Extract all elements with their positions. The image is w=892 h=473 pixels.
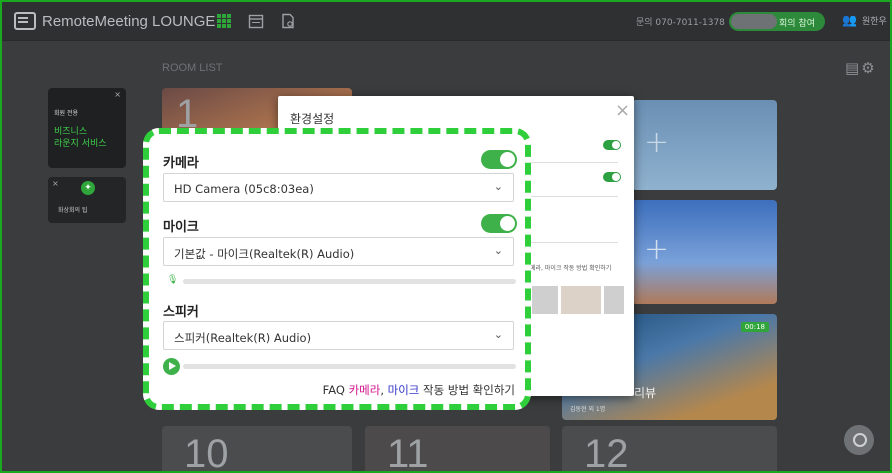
faq-camera-link[interactable]: 카메라 bbox=[349, 383, 381, 397]
camera-toggle-mini[interactable] bbox=[603, 140, 621, 150]
room-card-empty-1[interactable]: + bbox=[632, 100, 777, 190]
room-manage-icon[interactable]: ▤ bbox=[845, 59, 859, 77]
document-settings-icon[interactable] bbox=[280, 13, 296, 29]
app-window: RemoteMeeting LOUNGE 문의 070-7011-1378 회의… bbox=[0, 0, 892, 473]
mic-level-meter bbox=[183, 279, 516, 284]
room-number: 11 bbox=[387, 432, 429, 473]
mic-select[interactable]: 기본값 - 마이크(Realtek(R) Audio) ⌄ bbox=[163, 237, 514, 266]
camera-select[interactable]: HD Camera (05c8:03ea) ⌄ bbox=[163, 173, 514, 202]
camera-select-mini[interactable] bbox=[528, 150, 618, 163]
faq-suffix: 작동 방법 확인하기 bbox=[419, 383, 515, 397]
mic-toggle[interactable] bbox=[481, 214, 517, 233]
help-chat-button[interactable] bbox=[844, 425, 874, 455]
room-list-label: ROOM LIST bbox=[162, 62, 223, 74]
chevron-down-icon: ⌄ bbox=[493, 328, 503, 341]
speaker-select-value: 스피커(Realtek(R) Audio) bbox=[174, 331, 312, 345]
thumbnail[interactable] bbox=[561, 286, 601, 314]
add-room-icon[interactable]: + bbox=[644, 125, 669, 160]
tip-label: 화상회의 팁 bbox=[58, 207, 88, 214]
toggle-knob bbox=[731, 14, 777, 29]
faq-mic-link[interactable]: 마이크 bbox=[388, 383, 420, 397]
room-timer-badge: 00:18 bbox=[740, 322, 769, 332]
mic-toggle-mini[interactable] bbox=[603, 172, 621, 182]
play-test-button[interactable] bbox=[163, 358, 180, 375]
room-number: 12 bbox=[584, 432, 629, 473]
room-card-empty-2[interactable]: + bbox=[632, 200, 777, 304]
speaker-label: 스피커 bbox=[163, 305, 199, 320]
tip-card[interactable]: × ✦ 화상회의 팁 bbox=[48, 177, 126, 223]
background-thumbnails bbox=[532, 286, 624, 314]
speaker-select[interactable]: 스피커(Realtek(R) Audio) ⌄ bbox=[163, 321, 514, 350]
room-number: 10 bbox=[184, 432, 229, 473]
user-menu[interactable]: 👥 원한우 bbox=[842, 13, 887, 27]
mic-select-mini[interactable] bbox=[528, 184, 618, 197]
grid-view-icon[interactable] bbox=[216, 13, 232, 29]
modal-title: 환경설정 bbox=[290, 112, 335, 126]
top-bar: RemoteMeeting LOUNGE 문의 070-7011-1378 회의… bbox=[2, 2, 890, 41]
close-icon[interactable]: × bbox=[52, 179, 59, 188]
close-icon[interactable]: × bbox=[114, 90, 121, 99]
app-logo[interactable]: RemoteMeeting LOUNGE bbox=[14, 11, 215, 31]
microphone-icon: 🎙 bbox=[167, 275, 179, 285]
chat-icon bbox=[853, 433, 867, 447]
speaker-level-meter[interactable] bbox=[183, 364, 516, 369]
thumbnail[interactable] bbox=[604, 286, 624, 314]
app-title: RemoteMeeting LOUNGE bbox=[42, 12, 216, 30]
toggle-label: 회의 참여 bbox=[779, 19, 815, 29]
contact-info: 문의 070-7011-1378 bbox=[636, 18, 725, 28]
mic-label: 마이크 bbox=[163, 220, 199, 235]
users-icon: 👥 bbox=[842, 13, 857, 27]
thumbnail[interactable] bbox=[532, 286, 558, 314]
meeting-join-toggle[interactable]: 회의 참여 bbox=[729, 12, 825, 31]
promo-line-3: 라운지 서비스 bbox=[54, 139, 107, 149]
faq-link-mini[interactable]: 메라, 마이크 작동 방법 확인하기 bbox=[530, 263, 611, 272]
promo-line-1: 회원 전용 bbox=[54, 110, 78, 117]
faq-link[interactable]: FAQ 카메라, 마이크 작동 방법 확인하기 bbox=[323, 382, 515, 398]
speaker-select-mini[interactable] bbox=[528, 230, 618, 243]
lightbulb-icon: ✦ bbox=[81, 181, 95, 195]
room-card-12[interactable]: 12 bbox=[562, 426, 777, 473]
room-card-11[interactable]: 11 bbox=[365, 426, 550, 473]
camera-label: 카메라 bbox=[163, 156, 199, 171]
faq-prefix: FAQ bbox=[322, 383, 349, 397]
device-settings-callout: 카메라 HD Camera (05c8:03ea) ⌄ 마이크 기본값 - 마이… bbox=[143, 128, 531, 410]
view-controls: ▤ ⚙ bbox=[845, 59, 875, 77]
faq-separator: , bbox=[380, 383, 388, 397]
chevron-down-icon: ⌄ bbox=[493, 180, 503, 193]
chat-logo-icon bbox=[14, 12, 36, 30]
close-icon[interactable]: × bbox=[615, 100, 630, 121]
user-name: 원한우 bbox=[862, 16, 887, 27]
camera-toggle[interactable] bbox=[481, 150, 517, 169]
play-icon bbox=[169, 362, 176, 370]
mic-select-value: 기본값 - 마이크(Realtek(R) Audio) bbox=[174, 247, 355, 261]
add-room-icon[interactable]: + bbox=[644, 232, 669, 267]
chevron-down-icon: ⌄ bbox=[493, 244, 503, 257]
promo-card[interactable]: × 회원 전용 비즈니스 라운지 서비스 bbox=[48, 88, 126, 168]
room-card-10[interactable]: 10 bbox=[162, 426, 352, 473]
room-title: 리뷰 bbox=[634, 386, 657, 400]
room-owner: 김동현 외 1명 bbox=[570, 406, 606, 413]
camera-select-value: HD Camera (05c8:03ea) bbox=[174, 182, 314, 196]
calendar-icon[interactable] bbox=[248, 13, 264, 29]
gear-icon[interactable]: ⚙ bbox=[861, 59, 874, 77]
